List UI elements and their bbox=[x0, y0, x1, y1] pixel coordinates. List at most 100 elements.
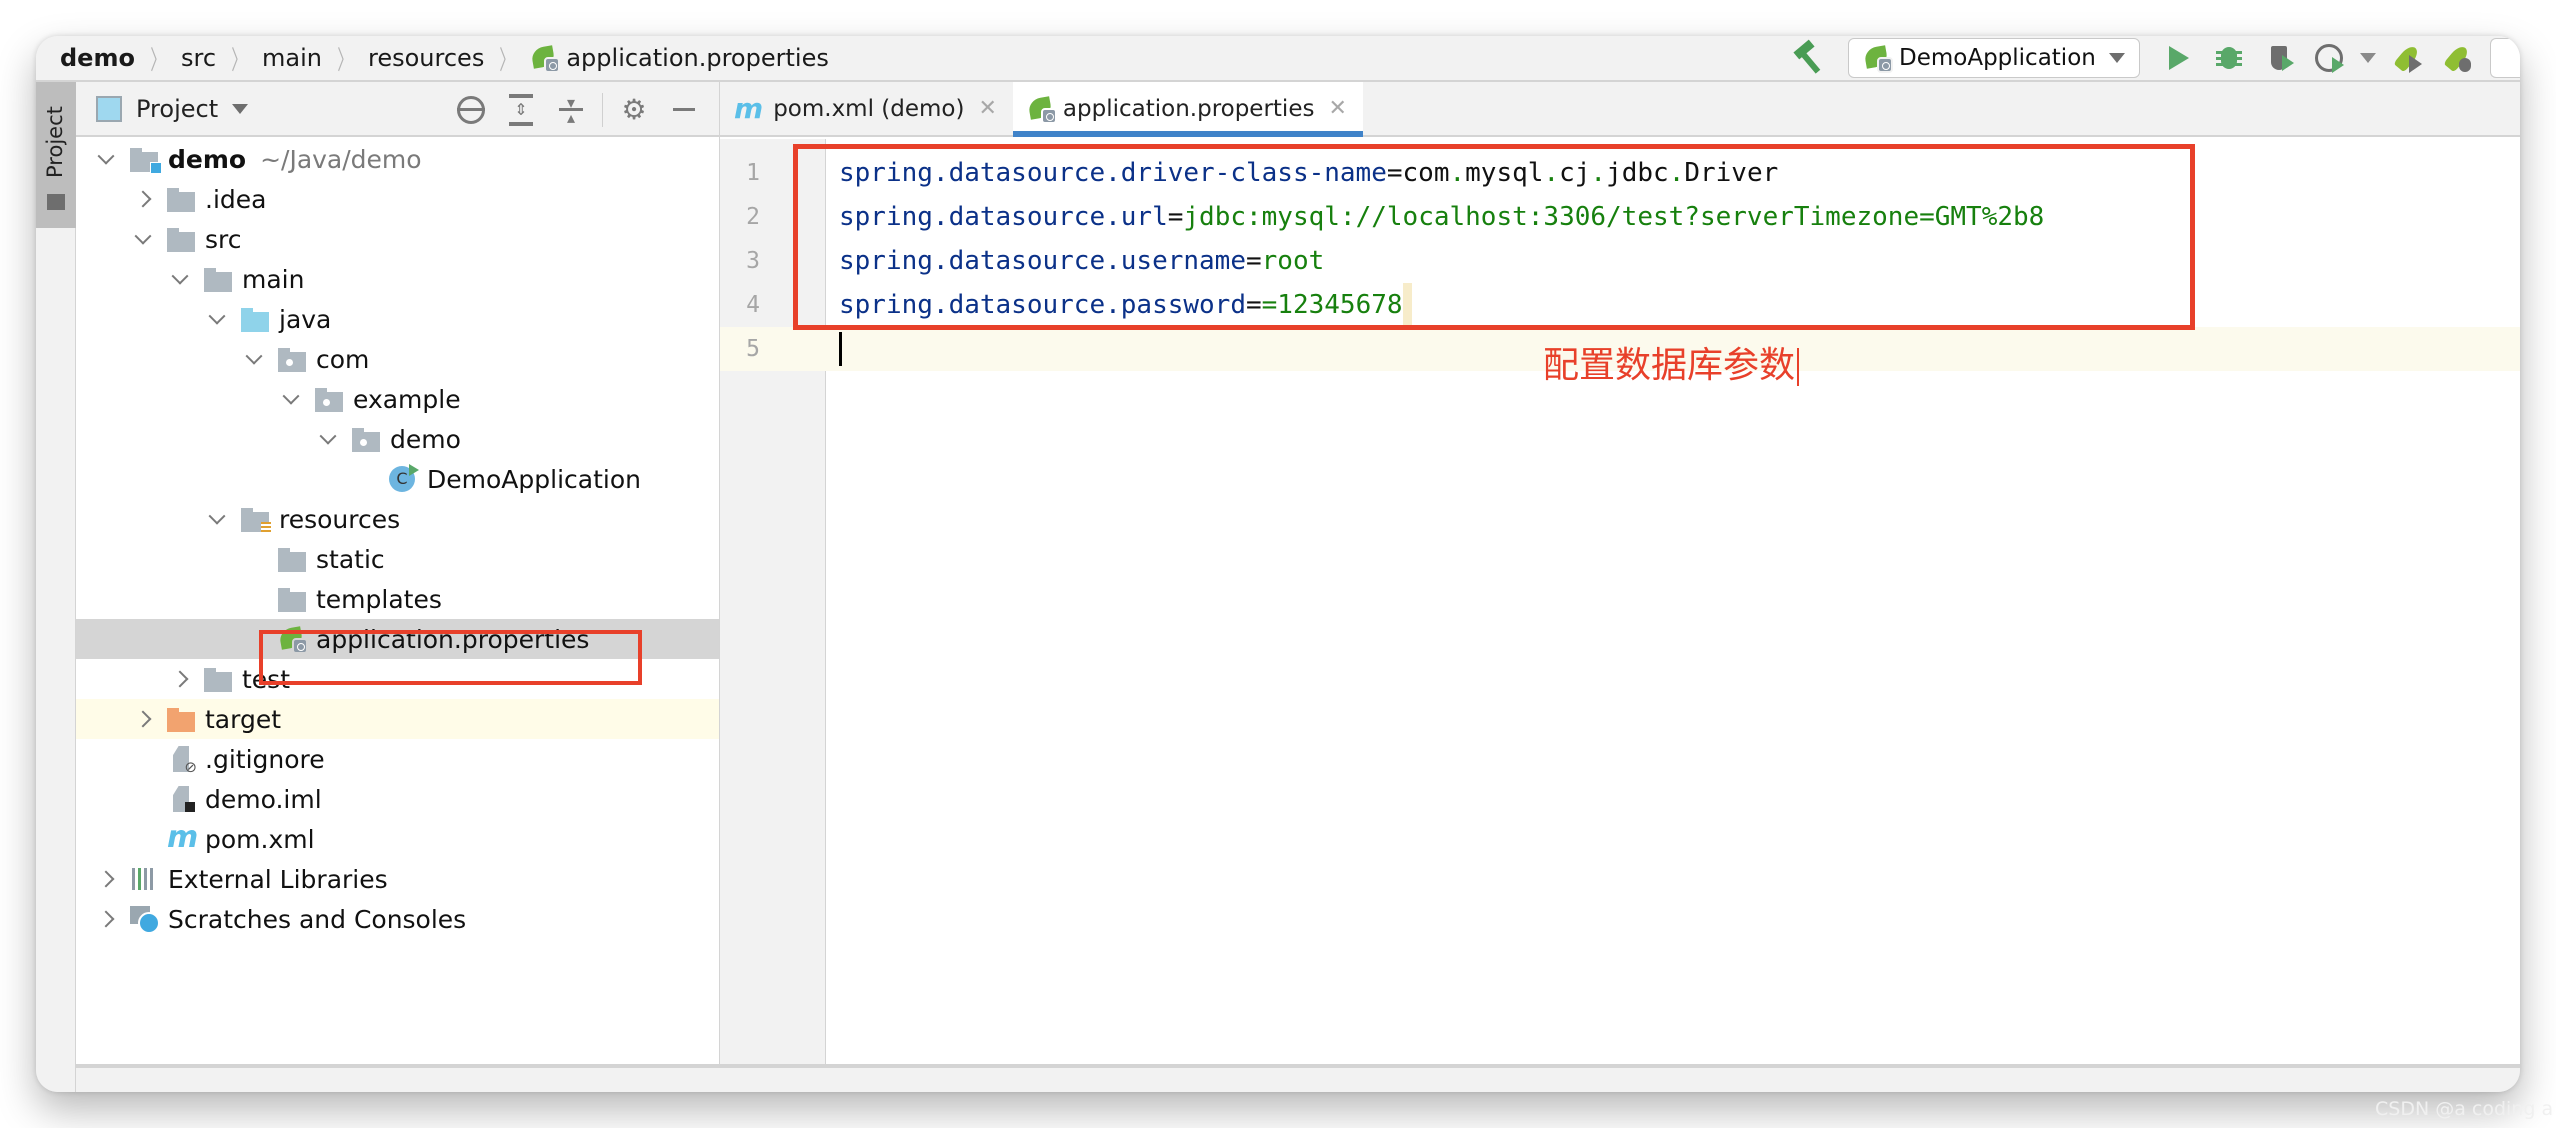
run-with-coverage-icon[interactable] bbox=[2262, 41, 2296, 75]
more-run-options-chevron-icon[interactable] bbox=[2360, 53, 2376, 63]
breadcrumb-demo[interactable]: demo bbox=[60, 44, 135, 72]
chevron-right-icon[interactable] bbox=[131, 707, 155, 731]
project-view-title[interactable]: Project bbox=[136, 95, 218, 123]
line-number: 1 bbox=[746, 160, 760, 186]
chevron-down-icon[interactable] bbox=[279, 387, 303, 411]
tree-item-demo-iml[interactable]: demo.iml bbox=[76, 779, 719, 819]
breadcrumb-main[interactable]: main bbox=[262, 44, 322, 72]
chevron-down-icon[interactable] bbox=[316, 427, 340, 451]
breadcrumb-application-properties[interactable]: application.properties bbox=[566, 44, 829, 72]
tree-item-label: templates bbox=[316, 584, 442, 614]
breadcrumb-separator-icon: 〉 bbox=[337, 45, 353, 76]
chevron-down-icon[interactable] bbox=[131, 227, 155, 251]
build-hammer-icon[interactable] bbox=[1792, 41, 1826, 75]
line-number-gutter: 1 2 3 4 5 bbox=[720, 139, 826, 1064]
spring-boot-icon bbox=[1863, 43, 1893, 73]
tree-item-target[interactable]: target bbox=[76, 699, 719, 739]
gear-icon[interactable]: ⚙ bbox=[617, 93, 651, 127]
folder-icon bbox=[204, 666, 234, 692]
profile-icon[interactable] bbox=[2312, 41, 2346, 75]
tree-item-demoapplication[interactable]: DemoApplication bbox=[76, 459, 719, 499]
tree-item-static[interactable]: static bbox=[76, 539, 719, 579]
tree-item-src[interactable]: src bbox=[76, 219, 719, 259]
brace-match-highlight bbox=[1402, 283, 1412, 327]
tree-item-com[interactable]: com bbox=[76, 339, 719, 379]
tree-item-pom-xml[interactable]: pom.xml bbox=[76, 819, 719, 859]
tab-label: pom.xml (demo) bbox=[773, 95, 965, 122]
tree-item-templates[interactable]: templates bbox=[76, 579, 719, 619]
minimize-icon[interactable] bbox=[667, 93, 701, 127]
run-spring-icon[interactable] bbox=[2390, 41, 2424, 75]
tree-item-application-properties[interactable]: application.properties bbox=[76, 619, 719, 659]
tree-item-label: DemoApplication bbox=[427, 464, 641, 494]
chevron-down-icon[interactable] bbox=[242, 347, 266, 371]
tree-item-label: java bbox=[279, 304, 332, 334]
chevron-down-icon[interactable] bbox=[94, 147, 118, 171]
tree-item-java[interactable]: java bbox=[76, 299, 719, 339]
code-editor[interactable]: spring.datasource.driver-class-name=com.… bbox=[826, 139, 2520, 1064]
maven-file-icon bbox=[167, 820, 198, 855]
property-key: spring.datasource.url bbox=[839, 202, 1168, 232]
tree-item-label: static bbox=[316, 544, 385, 574]
code-line[interactable]: spring.datasource.username=root bbox=[826, 239, 2520, 283]
close-icon[interactable]: ✕ bbox=[978, 96, 996, 121]
tree-item-resources[interactable]: resources bbox=[76, 499, 719, 539]
debug-icon[interactable] bbox=[2212, 41, 2246, 75]
tab-pom-xml[interactable]: m pom.xml (demo) ✕ bbox=[720, 82, 1013, 135]
tree-item-idea[interactable]: .idea bbox=[76, 179, 719, 219]
close-icon[interactable]: ✕ bbox=[1328, 96, 1346, 121]
tree-item-label: demo bbox=[168, 144, 247, 174]
collapse-all-icon[interactable] bbox=[554, 93, 588, 127]
debug-spring-icon[interactable] bbox=[2440, 41, 2474, 75]
tree-item-test[interactable]: test bbox=[76, 659, 719, 699]
chevron-right-icon[interactable] bbox=[168, 667, 192, 691]
code-line[interactable]: spring.datasource.password==12345678 bbox=[826, 283, 2520, 327]
watermark: CSDN @a coding a bbox=[2375, 1098, 2554, 1120]
line-number: 5 bbox=[720, 327, 826, 371]
run-toolbar: DemoApplication bbox=[1792, 36, 2520, 80]
chevron-down-icon[interactable] bbox=[232, 103, 249, 114]
code-line[interactable]: spring.datasource.driver-class-name=com.… bbox=[826, 151, 2520, 195]
property-value: com bbox=[1402, 158, 1450, 188]
tree-item-label: External Libraries bbox=[168, 864, 388, 894]
chevron-right-icon[interactable] bbox=[131, 187, 155, 211]
gitignore-file-icon bbox=[167, 746, 197, 776]
property-separator: = bbox=[1246, 290, 1262, 320]
tree-item-main[interactable]: main bbox=[76, 259, 719, 299]
tree-item-external-libraries[interactable]: External Libraries bbox=[76, 859, 719, 899]
breadcrumb-src[interactable]: src bbox=[181, 44, 216, 72]
chevron-down-icon[interactable] bbox=[205, 507, 229, 531]
tree-item-path: ~/Java/demo bbox=[260, 144, 422, 174]
tab-application-properties[interactable]: application.properties ✕ bbox=[1012, 82, 1363, 137]
search-everywhere-button[interactable] bbox=[2490, 38, 2520, 78]
tree-item-example[interactable]: example bbox=[76, 379, 719, 419]
run-configuration-select[interactable]: DemoApplication bbox=[1848, 38, 2140, 78]
chevron-down-icon[interactable] bbox=[168, 267, 192, 291]
text-cursor bbox=[1797, 348, 1800, 386]
excluded-folder-icon bbox=[167, 706, 197, 732]
chevron-right-icon[interactable] bbox=[94, 907, 118, 931]
code-line-text: spring.datasource.driver-class-name=com.… bbox=[839, 151, 1778, 195]
editor-tab-bar: m pom.xml (demo) ✕ application.propertie… bbox=[720, 82, 2520, 137]
property-value: mysql bbox=[1465, 158, 1544, 188]
annotation-label: 配置数据库参数 bbox=[1543, 345, 1796, 386]
locate-icon[interactable] bbox=[454, 93, 488, 127]
run-icon[interactable] bbox=[2162, 41, 2196, 75]
code-line-text: spring.datasource.username=root bbox=[839, 239, 1324, 283]
chevron-down-icon bbox=[2109, 53, 2125, 63]
tree-item-demo[interactable]: demo ~/Java/demo bbox=[76, 139, 719, 179]
tree-item-gitignore[interactable]: .gitignore bbox=[76, 739, 719, 779]
property-value: . bbox=[1668, 158, 1685, 188]
project-panel-actions: ⚙ bbox=[446, 82, 709, 137]
tree-item-demo[interactable]: demo bbox=[76, 419, 719, 459]
breadcrumb-resources[interactable]: resources bbox=[368, 44, 484, 72]
project-tool-window-tab[interactable]: Project bbox=[36, 82, 76, 228]
tree-item-scratches-and-consoles[interactable]: Scratches and Consoles bbox=[76, 899, 719, 939]
chevron-right-icon[interactable] bbox=[94, 867, 118, 891]
package-icon bbox=[352, 426, 382, 452]
spring-properties-icon bbox=[278, 624, 308, 654]
code-line[interactable]: spring.datasource.url=jdbc:mysql://local… bbox=[826, 195, 2520, 239]
expand-all-icon[interactable] bbox=[504, 93, 538, 127]
tree-item-label: main bbox=[242, 264, 305, 294]
chevron-down-icon[interactable] bbox=[205, 307, 229, 331]
